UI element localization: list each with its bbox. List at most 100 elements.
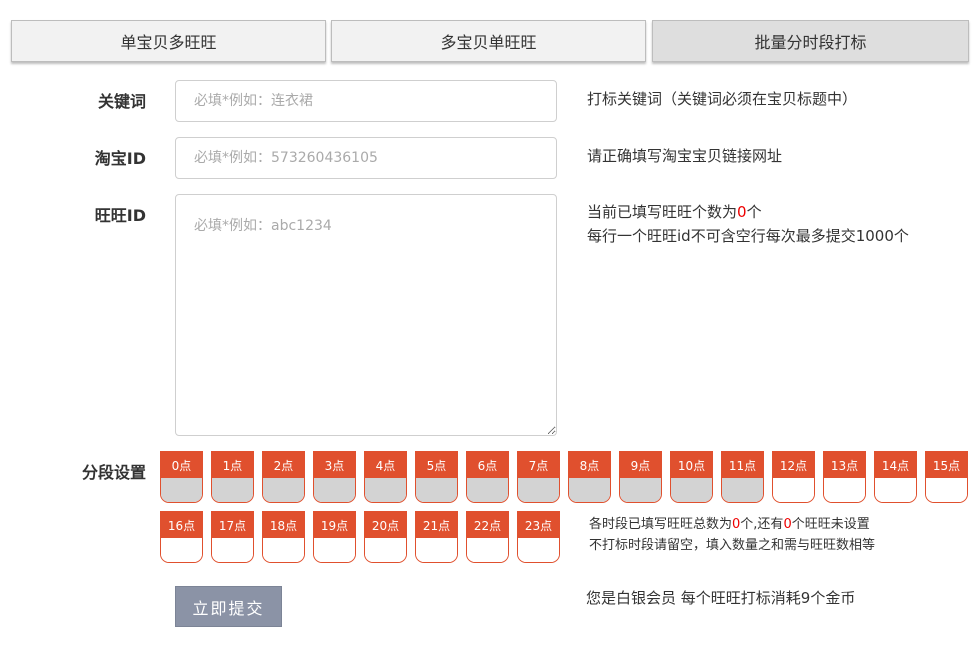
- hour-slot-label: 1点: [212, 452, 253, 478]
- hour-slot-label: 18点: [263, 512, 304, 538]
- segment-note-part-c: 个旺旺未设置: [791, 517, 870, 532]
- hour-slot-label: 19点: [314, 512, 355, 538]
- segment-left-value: 0: [783, 517, 792, 532]
- hour-slot-9[interactable]: 9点: [619, 451, 662, 503]
- hour-slot-count[interactable]: [314, 478, 355, 502]
- hour-slot-count[interactable]: [926, 478, 967, 502]
- hour-slot-count[interactable]: [161, 538, 202, 562]
- hour-slot-count[interactable]: [773, 478, 814, 502]
- keyword-hint: 打标关键词（关键词必须在宝贝标题中）: [587, 90, 858, 108]
- hour-slot-2[interactable]: 2点: [262, 451, 305, 503]
- hour-slot-20[interactable]: 20点: [364, 511, 407, 563]
- hour-slot-label: 17点: [212, 512, 253, 538]
- wangwang-count-value: 0: [737, 203, 747, 221]
- hour-slot-count[interactable]: [212, 478, 253, 502]
- hour-slot-label: 6点: [467, 452, 508, 478]
- segments-label: 分段设置: [81, 463, 146, 482]
- hour-slot-count[interactable]: [416, 538, 457, 562]
- tab-single-item-multi-wangwang[interactable]: 单宝贝多旺旺: [11, 20, 326, 62]
- hour-slot-count[interactable]: [314, 538, 355, 562]
- hour-slot-8[interactable]: 8点: [568, 451, 611, 503]
- segment-total-note: 各时段已填写旺旺总数为0个,还有0个旺旺未设置: [589, 515, 870, 535]
- hour-slot-count[interactable]: [569, 478, 610, 502]
- hour-slot-label: 16点: [161, 512, 202, 538]
- hour-slot-6[interactable]: 6点: [466, 451, 509, 503]
- hour-slot-label: 4点: [365, 452, 406, 478]
- hour-slot-0[interactable]: 0点: [160, 451, 203, 503]
- hour-slot-label: 7点: [518, 452, 559, 478]
- wangwang-id-label: 旺旺ID: [94, 206, 146, 225]
- hour-slot-count[interactable]: [263, 538, 304, 562]
- hour-slot-count[interactable]: [671, 478, 712, 502]
- hour-slot-3[interactable]: 3点: [313, 451, 356, 503]
- hour-slot-11[interactable]: 11点: [721, 451, 764, 503]
- segment-note-part-b: 个,还有: [740, 517, 784, 532]
- tab-bar: 单宝贝多旺旺 多宝贝单旺旺 批量分时段打标: [11, 20, 969, 64]
- hour-slot-label: 14点: [875, 452, 916, 478]
- hour-slot-19[interactable]: 19点: [313, 511, 356, 563]
- hour-slot-17[interactable]: 17点: [211, 511, 254, 563]
- hour-slot-21[interactable]: 21点: [415, 511, 458, 563]
- member-prefix: 您是: [586, 589, 617, 607]
- member-suffix: 每个旺旺打标消耗9个金币: [676, 589, 856, 607]
- hour-slot-count[interactable]: [263, 478, 304, 502]
- hour-slot-10[interactable]: 10点: [670, 451, 713, 503]
- hour-slot-count[interactable]: [467, 478, 508, 502]
- taobao-id-hint: 请正确填写淘宝宝贝链接网址: [587, 147, 783, 165]
- hour-slot-13[interactable]: 13点: [823, 451, 866, 503]
- wangwang-count-prefix: 当前已填写旺旺个数为: [587, 203, 738, 221]
- hour-slot-label: 0点: [161, 452, 202, 478]
- wangwang-rule-hint: 每行一个旺旺id不可含空行每次最多提交1000个: [587, 227, 909, 245]
- hour-slot-7[interactable]: 7点: [517, 451, 560, 503]
- hour-slot-count[interactable]: [467, 538, 508, 562]
- hour-slot-4[interactable]: 4点: [364, 451, 407, 503]
- hour-slot-count[interactable]: [416, 478, 457, 502]
- hour-slot-label: 9点: [620, 452, 661, 478]
- hour-slot-label: 13点: [824, 452, 865, 478]
- hour-slot-label: 2点: [263, 452, 304, 478]
- wangwang-id-textarea[interactable]: [175, 194, 557, 436]
- hour-slot-1[interactable]: 1点: [211, 451, 254, 503]
- hour-slot-count[interactable]: [161, 478, 202, 502]
- hour-slot-count[interactable]: [620, 478, 661, 502]
- segment-rule-note: 不打标时段请留空，填入数量之和需与旺旺数相等: [589, 538, 876, 553]
- hour-slot-14[interactable]: 14点: [874, 451, 917, 503]
- hour-slot-23[interactable]: 23点: [517, 511, 560, 563]
- hour-slot-count[interactable]: [722, 478, 763, 502]
- taobao-id-input[interactable]: [175, 137, 557, 179]
- hour-slot-count[interactable]: [824, 478, 865, 502]
- hour-slot-count[interactable]: [518, 538, 559, 562]
- hour-slot-label: 12点: [773, 452, 814, 478]
- hour-slot-label: 20点: [365, 512, 406, 538]
- hour-slot-label: 11点: [722, 452, 763, 478]
- member-level: 白银会员: [616, 589, 677, 607]
- hour-slot-18[interactable]: 18点: [262, 511, 305, 563]
- wangwang-count-hint: 当前已填写旺旺个数为0个: [587, 200, 762, 224]
- hour-slot-16[interactable]: 16点: [160, 511, 203, 563]
- hour-slot-12[interactable]: 12点: [772, 451, 815, 503]
- tab-batch-timed-marking[interactable]: 批量分时段打标: [652, 20, 969, 62]
- hour-slot-count[interactable]: [212, 538, 253, 562]
- hour-slot-count[interactable]: [875, 478, 916, 502]
- hour-slot-label: 8点: [569, 452, 610, 478]
- segment-note-part-a: 各时段已填写旺旺总数为: [589, 517, 733, 532]
- hour-slot-label: 21点: [416, 512, 457, 538]
- wangwang-count-suffix: 个: [746, 203, 762, 221]
- hour-slot-label: 3点: [314, 452, 355, 478]
- hour-slot-label: 15点: [926, 452, 967, 478]
- hour-slot-label: 23点: [518, 512, 559, 538]
- hour-slot-label: 10点: [671, 452, 712, 478]
- submit-button[interactable]: 立即提交: [175, 586, 282, 627]
- hour-slot-count[interactable]: [365, 538, 406, 562]
- hour-slot-count[interactable]: [365, 478, 406, 502]
- hour-slot-label: 5点: [416, 452, 457, 478]
- hour-slot-count[interactable]: [518, 478, 559, 502]
- tab-multi-item-single-wangwang[interactable]: 多宝贝单旺旺: [331, 20, 646, 62]
- hour-slot-label: 22点: [467, 512, 508, 538]
- member-info: 您是白银会员 每个旺旺打标消耗9个金币: [586, 587, 855, 609]
- hour-slot-22[interactable]: 22点: [466, 511, 509, 563]
- hour-slot-5[interactable]: 5点: [415, 451, 458, 503]
- taobao-id-label: 淘宝ID: [94, 149, 146, 168]
- hour-slot-15[interactable]: 15点: [925, 451, 968, 503]
- keyword-input[interactable]: [175, 80, 557, 122]
